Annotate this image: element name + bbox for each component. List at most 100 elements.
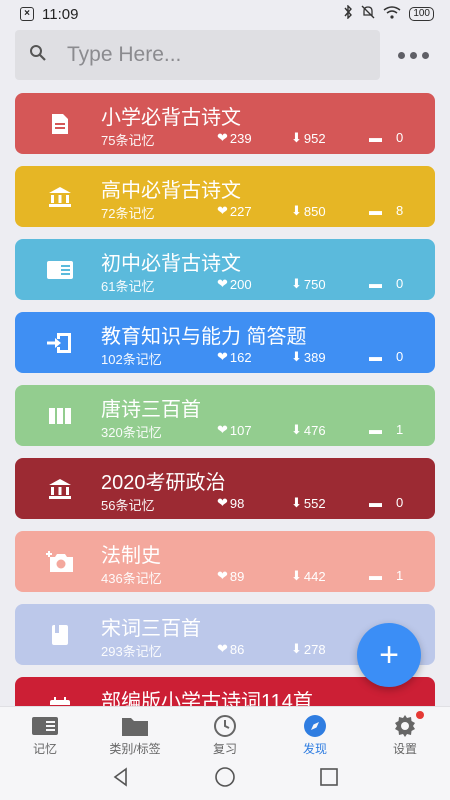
card-count: 72条记忆 xyxy=(101,206,155,221)
downloads-count: 552 xyxy=(303,495,326,511)
nav-category[interactable]: 类别/标签 xyxy=(90,707,180,758)
gear-icon xyxy=(393,712,417,740)
card-count: 61条记忆 xyxy=(101,279,155,294)
download-icon: ⬇ xyxy=(291,276,302,291)
comments-count: 0 xyxy=(396,495,404,510)
heart-icon: ❤ xyxy=(217,568,228,583)
nav-memory[interactable]: 记忆 xyxy=(0,707,90,758)
memory-card[interactable]: 法制史 436条记忆 ❤ 89 ⬇ 442 ▬ 1 xyxy=(15,531,435,592)
dot xyxy=(410,51,417,59)
more-options-button[interactable] xyxy=(398,51,435,59)
bank-icon xyxy=(45,184,75,210)
comments: ▬ 0 xyxy=(369,349,403,364)
comments: ▬ 1 xyxy=(369,568,403,583)
downloads: ⬇ 278 xyxy=(291,641,326,657)
card-title: 小学必背古诗文 xyxy=(101,107,241,129)
camera-add-icon xyxy=(45,549,75,575)
comment-icon: ▬ xyxy=(369,130,382,145)
bank-icon xyxy=(45,476,75,502)
download-icon: ⬇ xyxy=(291,641,302,656)
memory-card[interactable]: 2020考研政治 56条记忆 ❤ 98 ⬇ 552 ▬ 0 xyxy=(15,458,435,519)
likes-count: 200 xyxy=(229,276,252,292)
search-input[interactable] xyxy=(67,43,337,67)
downloads: ⬇ 476 xyxy=(291,422,326,438)
bottom-navigation: 记忆 类别/标签 复习 发现 设置 xyxy=(0,706,450,758)
likes: ❤ 200 xyxy=(217,276,252,292)
card-count: 320条记忆 xyxy=(101,425,162,440)
comments-count: 8 xyxy=(396,203,404,218)
downloads: ⬇ 389 xyxy=(291,349,326,365)
memory-card[interactable]: 教育知识与能力 简答题 102条记忆 ❤ 162 ⬇ 389 ▬ 0 xyxy=(15,312,435,373)
book-icon xyxy=(45,622,75,648)
comments: ▬ 0 xyxy=(369,495,403,510)
downloads-count: 278 xyxy=(303,641,326,657)
likes-count: 89 xyxy=(229,568,245,584)
comment-icon: ▬ xyxy=(369,568,382,583)
memory-icon xyxy=(31,712,59,740)
add-button[interactable]: + xyxy=(357,623,421,687)
downloads: ⬇ 850 xyxy=(291,203,326,219)
back-button[interactable] xyxy=(111,766,131,792)
close-notification-icon: × xyxy=(20,7,34,21)
heart-icon: ❤ xyxy=(217,422,228,437)
status-bar: × 11:09 100 xyxy=(0,0,450,28)
comments-count: 0 xyxy=(396,130,404,145)
nav-label: 设置 xyxy=(392,742,417,756)
comment-icon: ▬ xyxy=(369,276,382,291)
memory-card[interactable]: 唐诗三百首 320条记忆 ❤ 107 ⬇ 476 ▬ 1 xyxy=(15,385,435,446)
heart-icon: ❤ xyxy=(217,349,228,364)
card-title: 教育知识与能力 简答题 xyxy=(101,326,307,348)
likes: ❤ 89 xyxy=(217,568,244,584)
columns-icon xyxy=(45,403,75,429)
download-icon: ⬇ xyxy=(291,422,302,437)
nav-label: 类别/标签 xyxy=(109,742,161,756)
comment-icon: ▬ xyxy=(369,495,382,510)
dot xyxy=(398,51,405,59)
download-icon: ⬇ xyxy=(291,495,302,510)
comments: ▬ 1 xyxy=(369,422,403,437)
comments-count: 0 xyxy=(396,349,404,364)
nav-label: 发现 xyxy=(302,742,327,756)
nav-discover[interactable]: 发现 xyxy=(270,707,360,758)
downloads: ⬇ 952 xyxy=(291,130,326,146)
comments: ▬ 8 xyxy=(369,203,403,218)
downloads-count: 476 xyxy=(303,422,326,438)
nav-settings[interactable]: 设置 xyxy=(360,707,450,758)
likes: ❤ 107 xyxy=(217,422,252,438)
card-count: 293条记忆 xyxy=(101,644,162,659)
clock-icon xyxy=(213,712,237,740)
likes: ❤ 162 xyxy=(217,349,252,365)
search-box[interactable] xyxy=(15,30,380,80)
recents-button[interactable] xyxy=(319,767,339,792)
card-title: 高中必背古诗文 xyxy=(101,180,241,202)
nav-review[interactable]: 复习 xyxy=(180,707,270,758)
downloads-count: 952 xyxy=(303,130,326,146)
home-button[interactable] xyxy=(214,766,236,793)
memory-card[interactable]: 小学必背古诗文 75条记忆 ❤ 239 ⬇ 952 ▬ 0 xyxy=(15,93,435,154)
heart-icon: ❤ xyxy=(217,203,228,218)
downloads: ⬇ 442 xyxy=(291,568,326,584)
card-title: 法制史 xyxy=(101,545,161,567)
comment-icon: ▬ xyxy=(369,422,382,437)
memory-card[interactable]: 初中必背古诗文 61条记忆 ❤ 200 ⬇ 750 ▬ 0 xyxy=(15,239,435,300)
memory-card[interactable]: 高中必背古诗文 72条记忆 ❤ 227 ⬇ 850 ▬ 8 xyxy=(15,166,435,227)
comments: ▬ 0 xyxy=(369,130,403,145)
folder-icon xyxy=(121,712,149,740)
downloads: ⬇ 552 xyxy=(291,495,326,511)
compass-icon xyxy=(303,712,327,740)
comment-icon: ▬ xyxy=(369,203,382,218)
download-icon: ⬇ xyxy=(291,203,302,218)
comments-count: 1 xyxy=(396,422,404,437)
likes-count: 239 xyxy=(229,130,252,146)
download-icon: ⬇ xyxy=(291,130,302,145)
heart-icon: ❤ xyxy=(217,641,228,656)
comments: ▬ 0 xyxy=(369,276,403,291)
likes: ❤ 239 xyxy=(217,130,252,146)
notification-dot xyxy=(416,711,424,719)
nav-label: 复习 xyxy=(212,742,237,756)
downloads-count: 750 xyxy=(303,276,326,292)
downloads-count: 442 xyxy=(303,568,326,584)
card-count: 75条记忆 xyxy=(101,133,155,148)
likes-count: 86 xyxy=(229,641,245,657)
downloads-count: 850 xyxy=(303,203,326,219)
